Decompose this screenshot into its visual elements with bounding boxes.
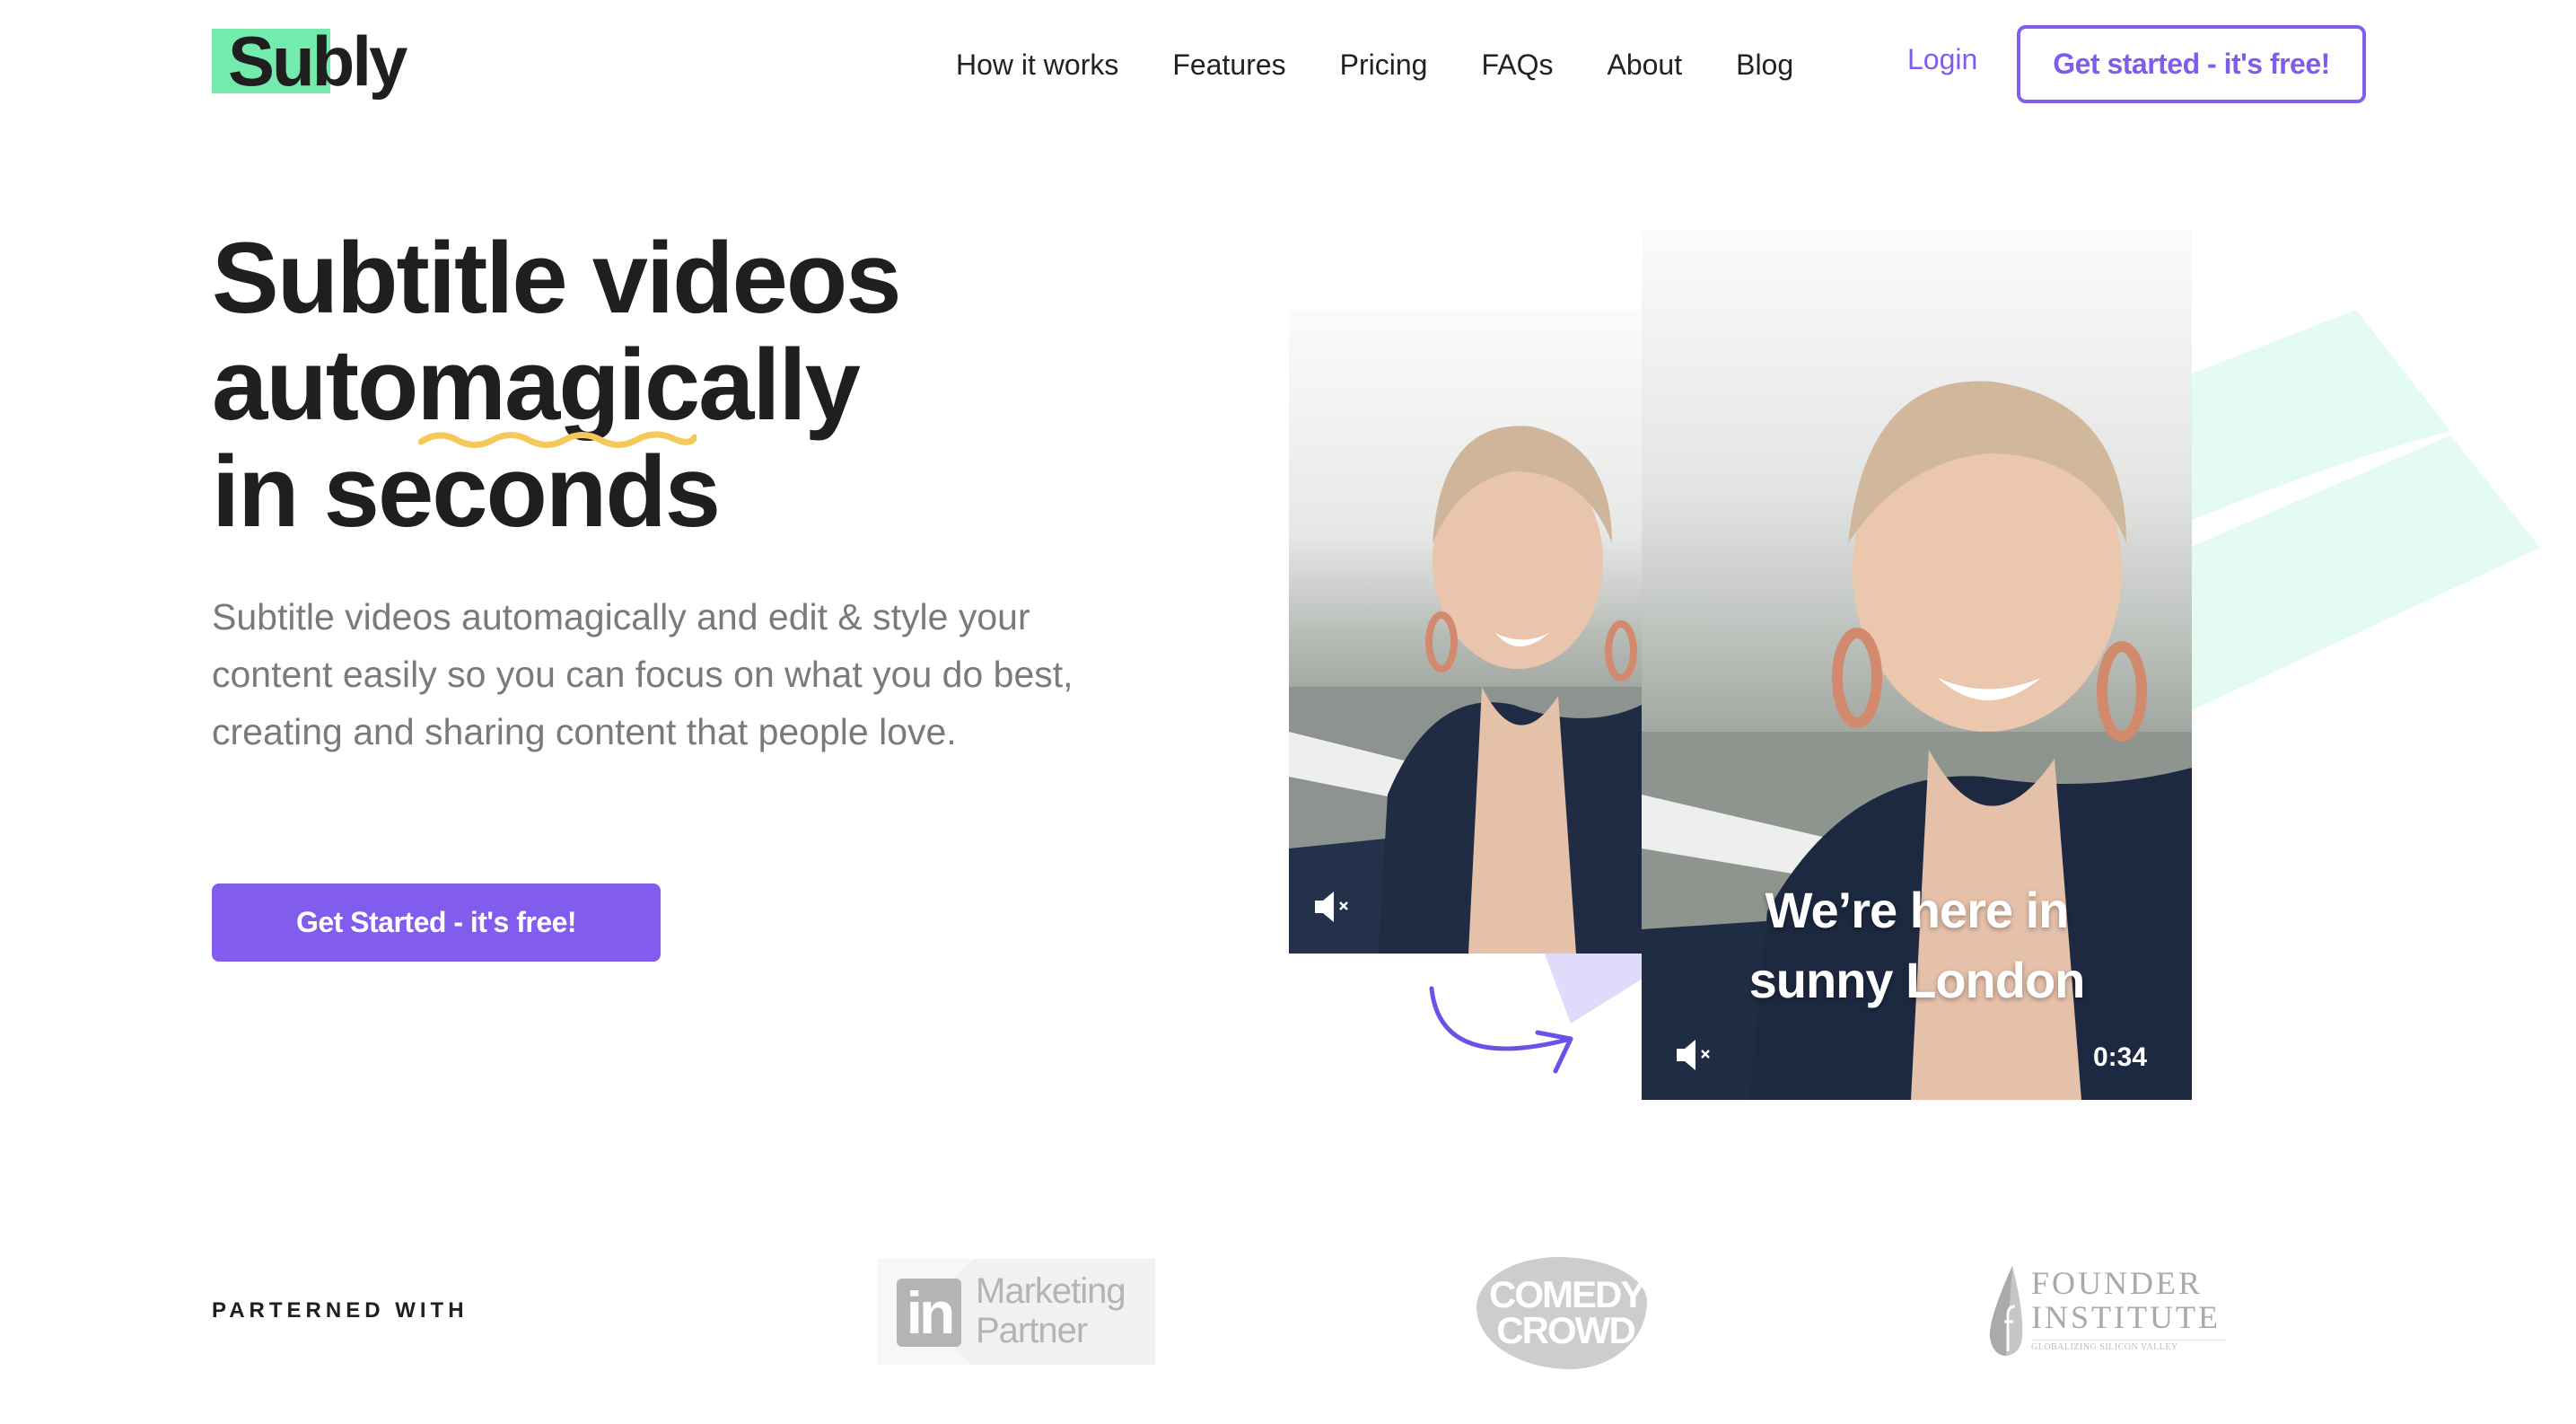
headline-line-2-text: automagically	[212, 329, 861, 441]
volume-mute-icon[interactable]	[1674, 1037, 1719, 1073]
logo-text-line: Marketing	[976, 1271, 1126, 1311]
logo-text-line: COMEDY	[1489, 1273, 1645, 1315]
header-get-started-button[interactable]: Get started - it's free!	[2017, 25, 2366, 103]
nav-faqs[interactable]: FAQs	[1481, 48, 1553, 82]
headline-line-2: automagically	[212, 329, 900, 448]
logo-text-line: Partner	[976, 1311, 1088, 1350]
subtitle-caption: We’re here in sunny London	[1642, 875, 2192, 1015]
login-link[interactable]: Login	[1907, 43, 1977, 76]
decorative-green-shape	[2136, 287, 2540, 736]
linkedin-partner-text: Marketing Partner	[976, 1271, 1126, 1350]
subly-logo[interactable]: Subly	[212, 23, 418, 102]
headline-line-3: in seconds	[212, 435, 721, 548]
nav-blog[interactable]: Blog	[1736, 48, 1793, 82]
video-frame-image	[1289, 310, 1642, 954]
logo-text: Subly	[228, 22, 407, 101]
founder-institute-tagline: GLOBALIZING SILICON VALLEY	[2031, 1340, 2227, 1352]
founder-institute-drop-icon	[1989, 1266, 2023, 1356]
founder-institute-text: FOUNDER INSTITUTE	[2031, 1266, 2221, 1334]
video-before[interactable]	[1289, 310, 1642, 954]
partners-label: PARTERNED WITH	[212, 1298, 469, 1323]
nav-pricing[interactable]: Pricing	[1340, 48, 1428, 82]
hero-get-started-button[interactable]: Get Started - it's free!	[212, 883, 661, 962]
partner-logo-linkedin[interactable]: in Marketing Partner	[877, 1259, 1155, 1365]
nav-about[interactable]: About	[1607, 48, 1682, 82]
linkedin-icon: in	[897, 1279, 961, 1347]
volume-mute-icon[interactable]	[1312, 889, 1357, 925]
headline-line-1: Subtitle videos	[212, 222, 902, 334]
hero-headline: Subtitle videos automagically in seconds	[212, 222, 902, 548]
caption-line-2: sunny London	[1748, 952, 2086, 1008]
logo-text-line: CROWD	[1496, 1309, 1635, 1351]
nav-features[interactable]: Features	[1172, 48, 1285, 82]
partner-logo-founder-institute[interactable]: FOUNDER INSTITUTE GLOBALIZING SILICON VA…	[1988, 1266, 2230, 1356]
hero-description: Subtitle videos automagically and edit &…	[212, 596, 1073, 752]
curved-arrow-icon	[1429, 986, 1573, 1074]
partner-logo-comedy-crowd[interactable]: COMEDY CROWD	[1476, 1257, 1647, 1369]
caption-line-1: We’re here in	[1765, 882, 2070, 938]
video-timestamp: 0:34	[2092, 1042, 2147, 1072]
nav-how-it-works[interactable]: How it works	[956, 48, 1118, 82]
logo-text-line: FOUNDER	[2031, 1265, 2204, 1301]
logo-text-line: INSTITUTE	[2031, 1299, 2221, 1335]
main-nav: How it works Features Pricing FAQs About…	[956, 40, 1793, 90]
video-after-subtitled[interactable]: We’re here in sunny London 0:34	[1642, 229, 2192, 1100]
